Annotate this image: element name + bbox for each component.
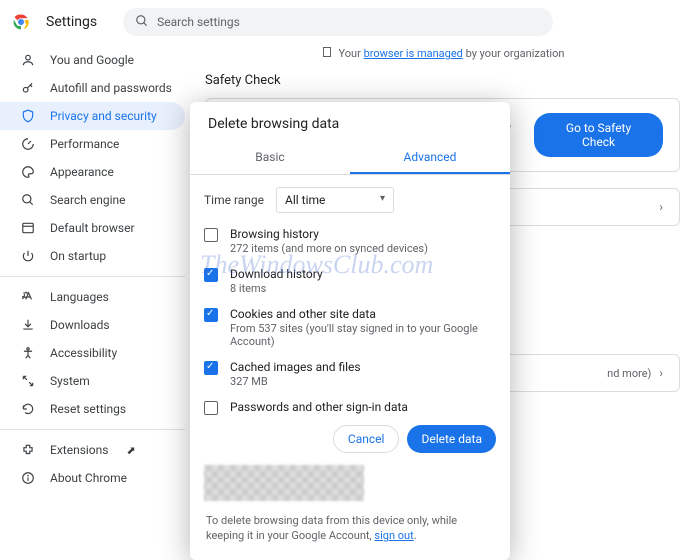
redacted-content [204, 465, 364, 501]
dialog-title: Delete browsing data [190, 102, 510, 142]
checkbox[interactable] [204, 308, 218, 322]
chevron-right-icon: › [659, 200, 663, 214]
sidebar-item-languages[interactable]: Languages [0, 283, 185, 311]
sidebar-item-reset[interactable]: Reset settings [0, 395, 185, 423]
checkbox[interactable] [204, 401, 218, 415]
time-range-select[interactable]: All time [276, 187, 394, 213]
dialog-footnote: To delete browsing data from this device… [190, 503, 510, 560]
building-icon [321, 46, 333, 61]
dialog-footer: Cancel Delete data [190, 415, 510, 463]
page-title: Settings [46, 14, 97, 30]
dialog-tabs: Basic Advanced [190, 142, 510, 175]
sidebar-item-about[interactable]: About Chrome [0, 464, 185, 492]
shield-icon [20, 108, 36, 124]
search-input[interactable]: Search settings [123, 8, 553, 36]
delete-browsing-data-dialog: Delete browsing data Basic Advanced Time… [190, 102, 510, 560]
option-download-history[interactable]: Download history8 items [204, 267, 496, 295]
power-icon [20, 248, 36, 264]
sidebar-item-you-and-google[interactable]: You and Google [0, 46, 185, 74]
reset-icon [20, 401, 36, 417]
checkbox[interactable] [204, 361, 218, 375]
language-icon [20, 289, 36, 305]
sign-out-link[interactable]: sign out [374, 529, 413, 542]
option-browsing-history[interactable]: Browsing history272 items (and more on s… [204, 227, 496, 255]
chevron-right-icon: › [659, 366, 663, 380]
sidebar-item-extensions[interactable]: Extensions⬈ [0, 436, 185, 464]
option-cached[interactable]: Cached images and files327 MB [204, 360, 496, 388]
checkbox[interactable] [204, 268, 218, 282]
tab-advanced[interactable]: Advanced [350, 142, 510, 174]
sidebar: You and Google Autofill and passwords Pr… [0, 44, 185, 505]
checkbox[interactable] [204, 228, 218, 242]
key-icon [20, 80, 36, 96]
option-passwords[interactable]: Passwords and other sign-in data10 passw… [204, 400, 496, 415]
sidebar-item-on-startup[interactable]: On startup [0, 242, 185, 270]
person-icon [20, 52, 36, 68]
sidebar-item-performance[interactable]: Performance [0, 130, 185, 158]
accessibility-icon [20, 345, 36, 361]
browser-icon [20, 220, 36, 236]
search-icon [135, 14, 149, 31]
info-icon [20, 470, 36, 486]
sidebar-item-appearance[interactable]: Appearance [0, 158, 185, 186]
cancel-button[interactable]: Cancel [333, 425, 400, 453]
tab-basic[interactable]: Basic [190, 142, 350, 174]
expand-icon [20, 373, 36, 389]
managed-link[interactable]: browser is managed [364, 47, 463, 60]
sidebar-item-system[interactable]: System [0, 367, 185, 395]
extension-icon [20, 442, 36, 458]
option-cookies[interactable]: Cookies and other site dataFrom 537 site… [204, 307, 496, 348]
sidebar-item-autofill[interactable]: Autofill and passwords [0, 74, 185, 102]
sidebar-item-privacy[interactable]: Privacy and security [0, 102, 185, 130]
delete-data-button[interactable]: Delete data [407, 425, 496, 453]
search-placeholder: Search settings [157, 15, 240, 29]
section-safety-check: Safety Check [205, 73, 680, 88]
sidebar-item-default-browser[interactable]: Default browser [0, 214, 185, 242]
sidebar-item-downloads[interactable]: Downloads [0, 311, 185, 339]
go-to-safety-check-button[interactable]: Go to Safety Check [534, 113, 663, 157]
top-bar: Settings Search settings [0, 0, 700, 44]
divider [0, 276, 185, 277]
speedometer-icon [20, 136, 36, 152]
external-link-icon: ⬈ [126, 444, 135, 457]
divider [0, 429, 185, 430]
search-icon [20, 192, 36, 208]
sidebar-item-search-engine[interactable]: Search engine [0, 186, 185, 214]
time-range-label: Time range [204, 193, 264, 207]
chrome-logo-icon [12, 13, 30, 31]
sidebar-item-accessibility[interactable]: Accessibility [0, 339, 185, 367]
managed-notice: Your browser is managed by your organiza… [205, 46, 680, 61]
download-icon [20, 317, 36, 333]
dialog-body: Time range All time Browsing history272 … [190, 175, 510, 415]
palette-icon [20, 164, 36, 180]
